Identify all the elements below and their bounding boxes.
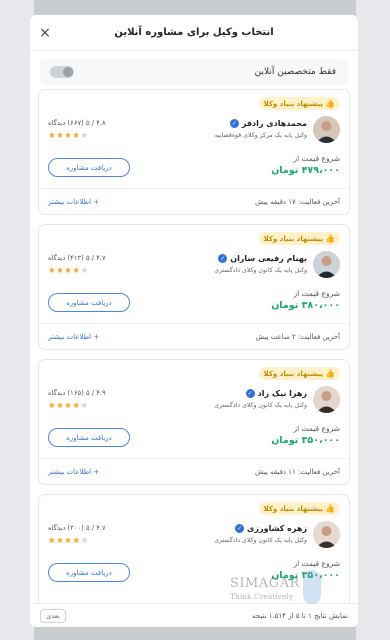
lawyer-name-row: بهنام رفیعی ساران ✓	[218, 254, 307, 263]
price-label: شروع قیمت از	[293, 559, 340, 568]
lawyer-title: وکیل پایه یک کانون وکلای دادگستری	[214, 267, 307, 274]
card-footer: آخرین فعالیت: ۱۷ دقیقه پیش + اطلاعات بیشت…	[39, 188, 349, 214]
lawyer-title: وکیل پایه یک کانون وکلای دادگستری	[214, 537, 307, 544]
online-filter-row: فقط متخصصین آنلاین	[40, 59, 348, 85]
price-value: ۳۸۰،۰۰۰ تومان	[271, 300, 340, 311]
lawyer-name-row: زهره کشاورزی ✓	[235, 524, 307, 533]
online-filter-label: فقط متخصصین آنلاین	[254, 67, 336, 77]
lawyer-title: وکیل پایه یک مرکز وکلای قوه‌قضاییه	[214, 132, 307, 139]
rating-text: ۴.۷ / ۵ (۴۱۳) دیدگاه	[48, 254, 106, 262]
lawyer-card[interactable]: 👍 پیشنهاد بنیاد وکلا زهرا نیک زاد ✓ وکیل پای…	[38, 359, 350, 485]
star-icon: ★	[72, 401, 81, 411]
modal-header: انتخاب وکیل برای مشاوره آنلاین ×	[30, 15, 358, 51]
thumbs-up-icon: 👍	[325, 504, 335, 513]
card-footer: آخرین فعالیت: ۱۱ دقیقه پیش + اطلاعات بیشت…	[39, 458, 349, 484]
star-icon: ★	[80, 401, 89, 411]
rating-stars: ★★★★★	[48, 401, 89, 411]
star-icon: ★	[80, 536, 89, 546]
last-activity: آخرین فعالیت: ۱۱ دقیقه پیش	[254, 467, 340, 476]
star-icon: ★	[80, 131, 89, 141]
price-label: شروع قیمت از	[293, 289, 340, 298]
lawyer-name[interactable]: بهنام رفیعی ساران	[230, 254, 307, 263]
star-icon: ★	[72, 536, 81, 546]
toggle-knob	[63, 67, 73, 77]
next-page-button[interactable]: بعدی	[40, 608, 66, 623]
more-info-link[interactable]: + اطلاعات بیشتر	[48, 333, 99, 341]
lawyer-card[interactable]: 👍 پیشنهاد بنیاد وکلا زهره کشاورزی ✓ وکیل پای…	[38, 494, 350, 603]
rating-stars: ★★★★★	[48, 131, 89, 141]
thumbs-up-icon: 👍	[325, 369, 335, 378]
last-activity: آخرین فعالیت: ۱۷ دقیقه پیش	[254, 197, 340, 206]
lawyer-name-row: زهرا نیک زاد ✓	[245, 389, 307, 398]
verified-check-icon: ✓	[235, 524, 245, 533]
recommended-badge: 👍 پیشنهاد بنیاد وکلا	[258, 502, 340, 515]
star-icon: ★	[48, 401, 57, 411]
badge-label: پیشنهاد بنیاد وکلا	[263, 504, 324, 513]
lawyer-select-modal: انتخاب وکیل برای مشاوره آنلاین × فقط متخ…	[30, 15, 358, 627]
more-info-link[interactable]: + اطلاعات بیشتر	[48, 198, 99, 206]
star-icon: ★	[48, 266, 57, 276]
get-consultation-button[interactable]: دریافت مشاوره	[48, 158, 130, 177]
lawyer-card[interactable]: 👍 پیشنهاد بنیاد وکلا محمدهادی رادفر ✓ وکیل پ…	[38, 89, 350, 215]
star-icon: ★	[72, 131, 81, 141]
star-icon: ★	[72, 266, 81, 276]
badge-label: پیشنهاد بنیاد وکلا	[263, 99, 324, 108]
verified-check-icon: ✓	[229, 119, 239, 128]
rating-text: ۴.۷ / ۵ (۳۰۰) دیدگاه	[48, 524, 106, 532]
results-count: نمایش نتایج ۱ تا ۵ از ۱،۵۱۴ نتیجه	[252, 611, 348, 620]
lawyer-avatar[interactable]	[313, 521, 340, 548]
verified-check-icon: ✓	[218, 254, 228, 263]
rating-stars: ★★★★★	[48, 536, 89, 546]
recommended-badge: 👍 پیشنهاد بنیاد وکلا	[258, 97, 340, 110]
lawyer-name-row: محمدهادی رادفر ✓	[229, 119, 307, 128]
rating-text: ۴.۸ / ۵ (۶۶۷) دیدگاه	[48, 119, 106, 127]
get-consultation-button[interactable]: دریافت مشاوره	[48, 563, 130, 582]
lawyer-avatar[interactable]	[313, 116, 340, 143]
lawyer-title: وکیل پایه یک کانون وکلای دادگستری	[214, 402, 307, 409]
lawyer-avatar[interactable]	[313, 251, 340, 278]
price-value: ۳۵۰،۰۰۰ تومان	[271, 435, 340, 446]
lawyer-name[interactable]: محمدهادی رادفر	[242, 119, 307, 128]
star-icon: ★	[80, 266, 89, 276]
lawyer-name[interactable]: زهرا نیک زاد	[258, 389, 307, 398]
modal-footer: نمایش نتایج ۱ تا ۵ از ۱،۵۱۴ نتیجه بعدی	[30, 603, 358, 627]
recommended-badge: 👍 پیشنهاد بنیاد وکلا	[258, 367, 340, 380]
badge-label: پیشنهاد بنیاد وکلا	[263, 234, 324, 243]
more-info-link[interactable]: + اطلاعات بیشتر	[48, 468, 99, 476]
lawyer-name[interactable]: زهره کشاورزی	[247, 524, 307, 533]
recommended-badge: 👍 پیشنهاد بنیاد وکلا	[258, 232, 340, 245]
modal-title: انتخاب وکیل برای مشاوره آنلاین	[114, 27, 274, 38]
price-value: ۳۵۰،۰۰۰ تومان	[271, 570, 340, 581]
lawyer-list[interactable]: 👍 پیشنهاد بنیاد وکلا محمدهادی رادفر ✓ وکیل پ…	[38, 89, 350, 603]
thumbs-up-icon: 👍	[325, 99, 335, 108]
card-footer: آخرین فعالیت: ۲ ساعت پیش + اطلاعات بیشتر	[39, 323, 349, 349]
lawyer-card[interactable]: 👍 پیشنهاد بنیاد وکلا بهنام رفیعی ساران ✓ وکی…	[38, 224, 350, 350]
get-consultation-button[interactable]: دریافت مشاوره	[48, 428, 130, 447]
price-value: ۴۷۹،۰۰۰ تومان	[271, 165, 340, 176]
badge-label: پیشنهاد بنیاد وکلا	[263, 369, 324, 378]
last-activity: آخرین فعالیت: ۲ ساعت پیش	[255, 332, 340, 341]
star-icon: ★	[48, 536, 57, 546]
online-only-toggle[interactable]	[50, 66, 74, 78]
rating-text: ۴.۹ / ۵ (۱۶۵) دیدگاه	[48, 389, 106, 397]
verified-check-icon: ✓	[245, 389, 255, 398]
rating-stars: ★★★★★	[48, 266, 89, 276]
lawyer-avatar[interactable]	[313, 386, 340, 413]
get-consultation-button[interactable]: دریافت مشاوره	[48, 293, 130, 312]
close-icon[interactable]: ×	[36, 24, 54, 42]
price-label: شروع قیمت از	[293, 424, 340, 433]
thumbs-up-icon: 👍	[325, 234, 335, 243]
star-icon: ★	[48, 131, 57, 141]
price-label: شروع قیمت از	[293, 154, 340, 163]
